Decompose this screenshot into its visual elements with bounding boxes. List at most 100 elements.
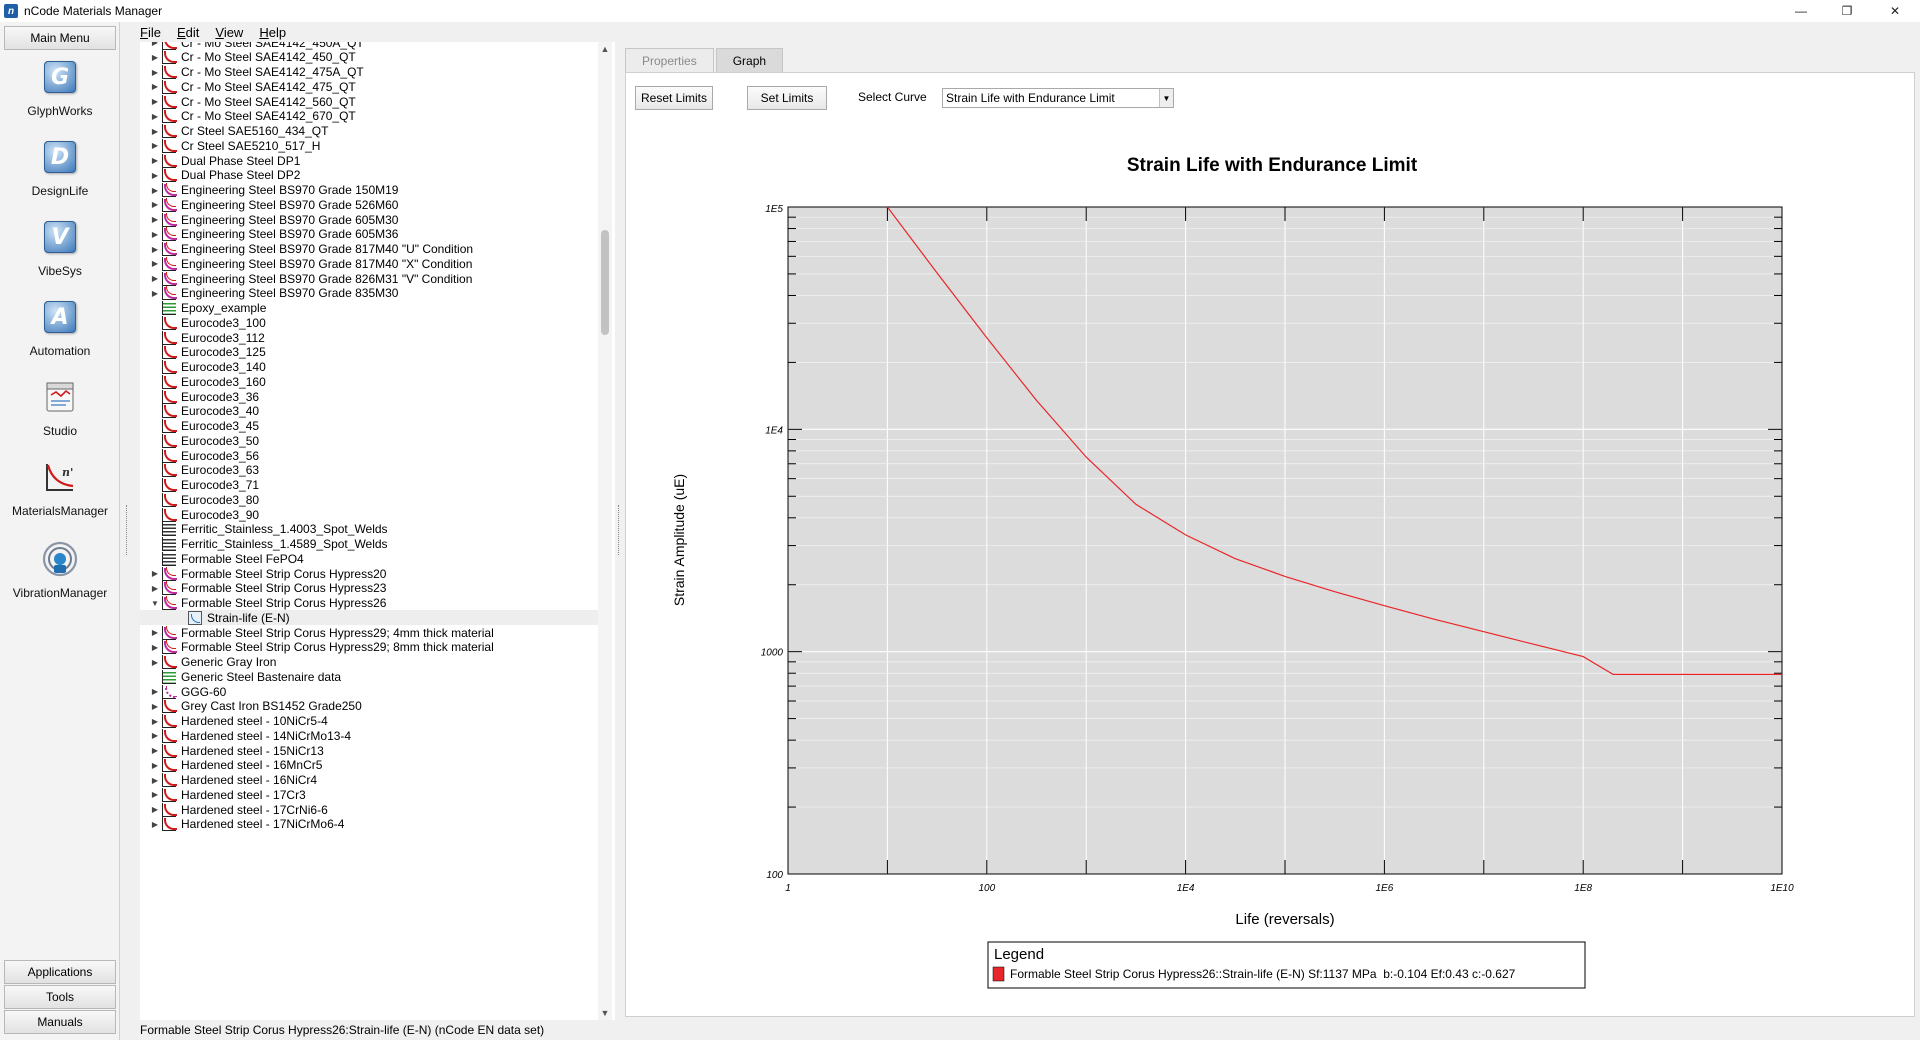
curve-select-dropdown[interactable]: Strain Life with Endurance Limit ▼	[942, 88, 1174, 108]
tab-graph[interactable]: Graph	[715, 48, 784, 72]
expand-arrow-icon[interactable]: ▶	[148, 289, 162, 298]
tree-scrollbar[interactable]: ▲ ▼	[598, 42, 612, 1020]
expand-arrow-icon[interactable]: ▶	[148, 790, 162, 799]
tab-properties[interactable]: Properties	[625, 48, 714, 72]
set-limits-button[interactable]: Set Limits	[747, 86, 827, 110]
tree-item[interactable]: ▶ Hardened steel - 10NiCr5-4	[140, 714, 598, 729]
menu-help[interactable]: Help	[259, 25, 286, 40]
tree-item[interactable]: ▶ Cr - Mo Steel SAE4142_475_QT	[140, 79, 598, 94]
tree-item[interactable]: ▶ Hardened steel - 14NiCrMo13-4	[140, 728, 598, 743]
expand-arrow-icon[interactable]: ▶	[148, 186, 162, 195]
tree-item[interactable]: ▶ Hardened steel - 15NiCr13	[140, 743, 598, 758]
expand-arrow-icon[interactable]: ▶	[148, 746, 162, 755]
expand-arrow-icon[interactable]: ▶	[148, 628, 162, 637]
expand-arrow-icon[interactable]: ▶	[148, 643, 162, 652]
tree-item[interactable]: ▶ Hardened steel - 16MnCr5	[140, 758, 598, 773]
tree-item[interactable]: ▶ Engineering Steel BS970 Grade 605M36	[140, 227, 598, 242]
tree-item[interactable]: Ferritic_Stainless_1.4589_Spot_Welds	[140, 537, 598, 552]
expand-arrow-icon[interactable]: ▶	[148, 584, 162, 593]
tree-item[interactable]: ▶ Engineering Steel BS970 Grade 817M40 "U…	[140, 242, 598, 257]
tree-item[interactable]: ▶ Engineering Steel BS970 Grade 826M31 "V…	[140, 271, 598, 286]
app-vibrationmanager[interactable]: VibrationManager	[0, 534, 120, 614]
expand-arrow-icon[interactable]: ▶	[148, 687, 162, 696]
menu-edit[interactable]: Edit	[177, 25, 199, 40]
expand-arrow-icon[interactable]: ▶	[148, 761, 162, 770]
expand-arrow-icon[interactable]: ▶	[148, 68, 162, 77]
tree-item[interactable]: Eurocode3_56	[140, 448, 598, 463]
tree-item[interactable]: Eurocode3_140	[140, 360, 598, 375]
tools-button[interactable]: Tools	[4, 985, 116, 1009]
expand-arrow-icon[interactable]: ▶	[148, 42, 162, 47]
tree-item[interactable]: Eurocode3_50	[140, 433, 598, 448]
tree-item[interactable]: ▶ Formable Steel Strip Corus Hypress20	[140, 566, 598, 581]
panel-splitter-handle[interactable]	[618, 505, 621, 555]
tree-item[interactable]: Eurocode3_80	[140, 492, 598, 507]
tree-item[interactable]: Formable Steel FePO4	[140, 551, 598, 566]
app-automation[interactable]: A Automation	[0, 292, 120, 372]
expand-arrow-icon[interactable]: ▶	[148, 53, 162, 62]
applications-button[interactable]: Applications	[4, 960, 116, 984]
sidebar-splitter-handle[interactable]	[126, 505, 129, 555]
tree-item[interactable]: ▶ Dual Phase Steel DP1	[140, 153, 598, 168]
app-designlife[interactable]: D DesignLife	[0, 132, 120, 212]
tree-item[interactable]: ▶ Grey Cast Iron BS1452 Grade250	[140, 699, 598, 714]
tree-item[interactable]: Eurocode3_36	[140, 389, 598, 404]
tree-item[interactable]: Epoxy_example	[140, 301, 598, 316]
expand-arrow-icon[interactable]: ▶	[148, 97, 162, 106]
tree-item[interactable]: ▶ Hardened steel - 16NiCr4	[140, 773, 598, 788]
tree-item[interactable]: ▶ Cr Steel SAE5160_434_QT	[140, 124, 598, 139]
manuals-button[interactable]: Manuals	[4, 1010, 116, 1034]
expand-arrow-icon[interactable]: ▶	[148, 171, 162, 180]
tree-item[interactable]: Generic Steel Bastenaire data	[140, 669, 598, 684]
app-glyphworks[interactable]: G GlyphWorks	[0, 52, 120, 132]
tree-item[interactable]: ▼ Formable Steel Strip Corus Hypress26	[140, 596, 598, 611]
reset-limits-button[interactable]: Reset Limits	[635, 86, 713, 110]
expand-arrow-icon[interactable]: ▶	[148, 776, 162, 785]
tree-item[interactable]: ▶ Cr - Mo Steel SAE4142_670_QT	[140, 109, 598, 124]
tree-item[interactable]: ▶ Cr - Mo Steel SAE4142_560_QT	[140, 94, 598, 109]
scrollbar-thumb[interactable]	[601, 230, 609, 335]
expand-arrow-icon[interactable]: ▶	[148, 156, 162, 165]
expand-arrow-icon[interactable]: ▶	[148, 805, 162, 814]
close-button[interactable]: ✕	[1872, 0, 1918, 22]
tree-item[interactable]: Eurocode3_160	[140, 374, 598, 389]
tree-item[interactable]: ▶ Engineering Steel BS970 Grade 835M30	[140, 286, 598, 301]
minimize-button[interactable]: —	[1778, 0, 1824, 22]
scroll-up-arrow-icon[interactable]: ▲	[598, 42, 612, 56]
expand-arrow-icon[interactable]: ▶	[148, 731, 162, 740]
app-studio[interactable]: Studio	[0, 372, 120, 452]
tree-item[interactable]: ▶ Formable Steel Strip Corus Hypress29; 8…	[140, 640, 598, 655]
tree-item[interactable]: ▶ Dual Phase Steel DP2	[140, 168, 598, 183]
tree-item[interactable]: ▶ Engineering Steel BS970 Grade 150M19	[140, 183, 598, 198]
tree-item[interactable]: ▶ Generic Gray Iron	[140, 655, 598, 670]
tree-item[interactable]: Eurocode3_63	[140, 463, 598, 478]
expand-arrow-icon[interactable]: ▶	[148, 702, 162, 711]
tree-item[interactable]: Eurocode3_90	[140, 507, 598, 522]
tree-item[interactable]: ▶ Engineering Steel BS970 Grade 526M60	[140, 197, 598, 212]
expand-arrow-icon[interactable]: ▶	[148, 569, 162, 578]
tree-item[interactable]: Ferritic_Stainless_1.4003_Spot_Welds	[140, 522, 598, 537]
tree-item[interactable]: Eurocode3_112	[140, 330, 598, 345]
menu-view[interactable]: View	[215, 25, 243, 40]
restore-button[interactable]: ❐	[1824, 0, 1870, 22]
tree-item[interactable]: Eurocode3_40	[140, 404, 598, 419]
tree-item[interactable]: ▶ Engineering Steel BS970 Grade 817M40 "X…	[140, 256, 598, 271]
tree-item[interactable]: ▶ GGG-60	[140, 684, 598, 699]
tree-item[interactable]: ▶ Cr - Mo Steel SAE4142_450_QT	[140, 50, 598, 65]
expand-arrow-icon[interactable]: ▶	[148, 820, 162, 829]
expand-arrow-icon[interactable]: ▶	[148, 658, 162, 667]
expand-arrow-icon[interactable]: ▶	[148, 259, 162, 268]
expand-arrow-icon[interactable]: ▶	[148, 245, 162, 254]
tree-item[interactable]: Strain-life (E-N)	[140, 610, 598, 626]
app-vibesys[interactable]: V VibeSys	[0, 212, 120, 292]
expand-arrow-icon[interactable]: ▶	[148, 274, 162, 283]
tree-item[interactable]: ▶ Hardened steel - 17Cr3	[140, 787, 598, 802]
tree-item[interactable]: Eurocode3_125	[140, 345, 598, 360]
tree-item[interactable]: Eurocode3_71	[140, 478, 598, 493]
expand-arrow-icon[interactable]: ▶	[148, 141, 162, 150]
expand-arrow-icon[interactable]: ▶	[148, 82, 162, 91]
tree-item[interactable]: ▶ Formable Steel Strip Corus Hypress23	[140, 581, 598, 596]
expand-arrow-icon[interactable]: ▶	[148, 200, 162, 209]
menu-file[interactable]: File	[140, 25, 161, 40]
tree-item[interactable]: ▶ Hardened steel - 17CrNi6-6	[140, 802, 598, 817]
